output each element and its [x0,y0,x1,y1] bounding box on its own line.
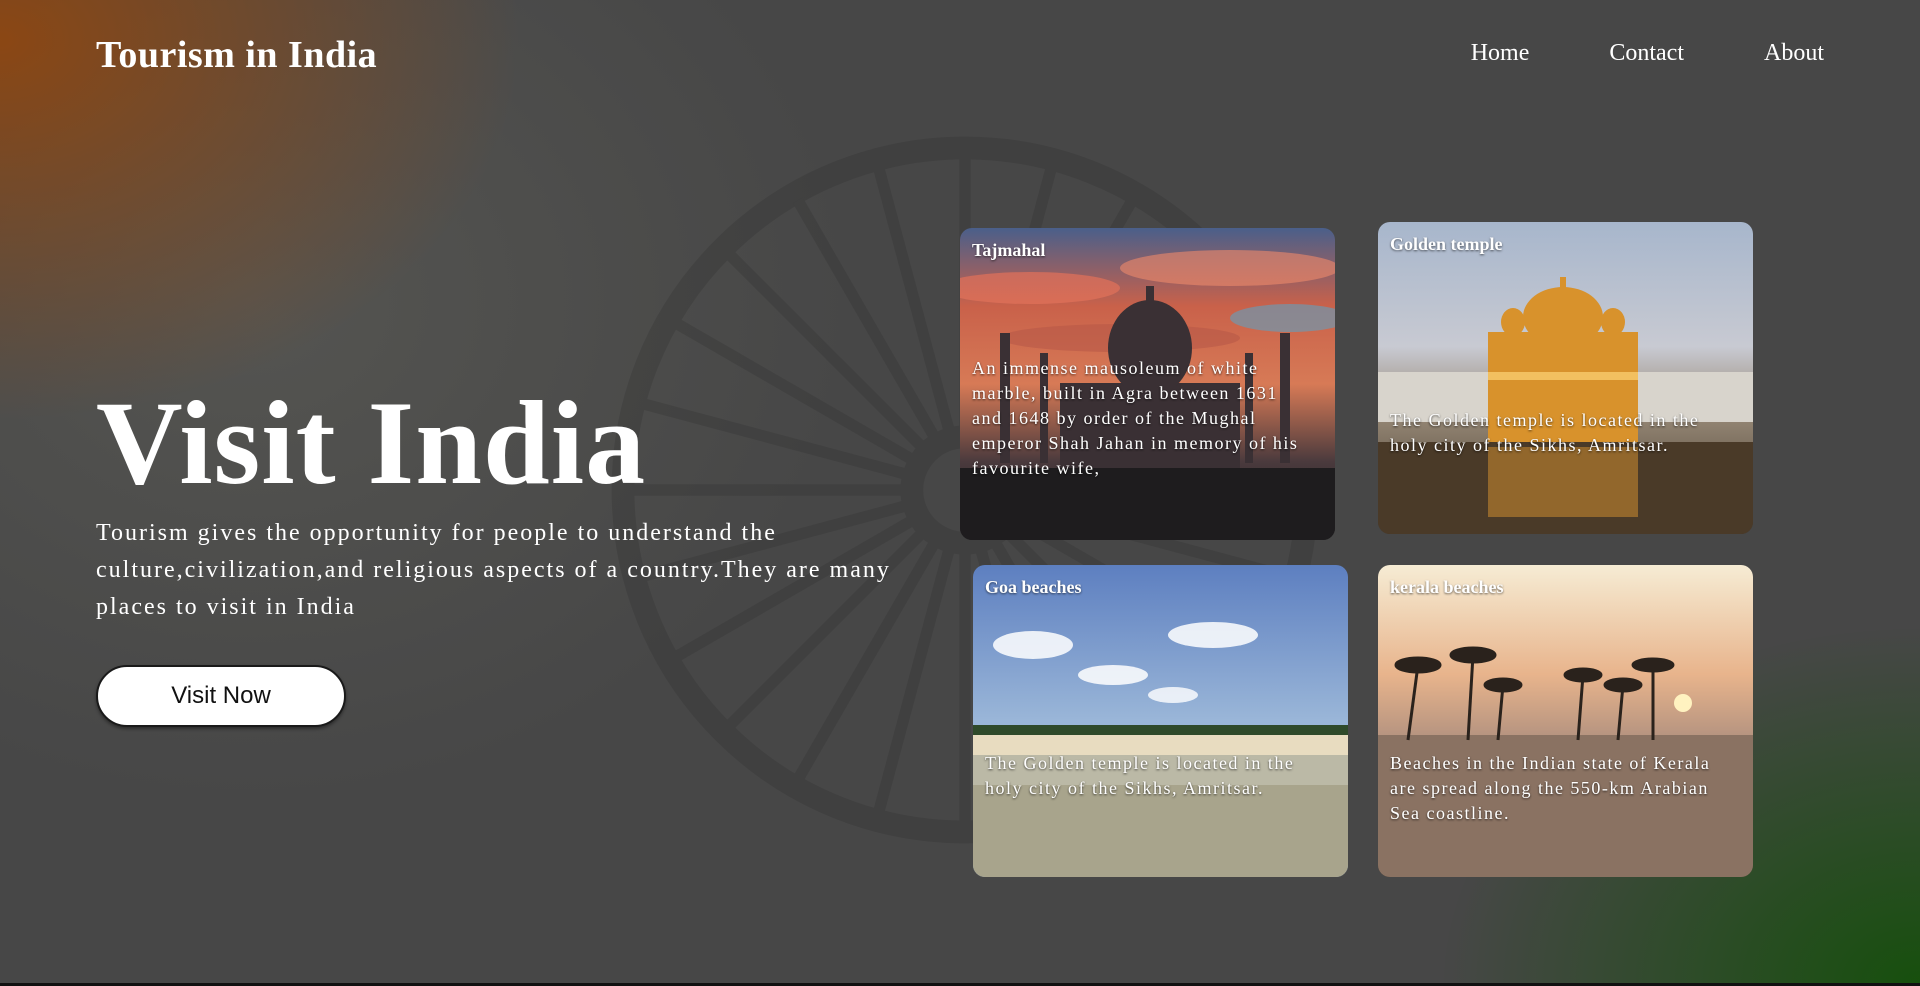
card-title: Goa beaches [985,577,1082,597]
card-tajmahal[interactable]: Tajmahal An immense mausoleum of white m… [960,228,1335,540]
card-golden-temple[interactable]: Golden temple The Golden temple is locat… [1378,222,1753,534]
site-logo[interactable]: Tourism in India [96,30,377,80]
main-nav: Home Contact About [1471,36,1824,70]
nav-home-link[interactable]: Home [1471,36,1530,70]
golden-temple-image [1378,222,1753,534]
card-title: kerala beaches [1390,577,1504,597]
card-description: Beaches in the Indian state of Kerala ar… [1390,753,1711,823]
card-description: An immense mausoleum of white marble, bu… [972,358,1299,478]
hero-description: Tourism gives the opportunity for people… [96,520,891,620]
nav-about-link[interactable]: About [1764,36,1824,70]
card-kerala-beaches[interactable]: kerala beaches Beaches in the Indian sta… [1378,565,1753,877]
card-title: Golden temple [1390,234,1503,254]
hero-title: Visit India [96,376,647,509]
card-title: Tajmahal [972,240,1046,260]
card-description: The Golden temple is located in the holy… [1390,410,1700,455]
kerala-beach-image [1378,565,1753,877]
card-goa-beaches[interactable]: Goa beaches The Golden temple is located… [973,565,1348,877]
goa-beach-image [973,565,1348,877]
card-description: The Golden temple is located in the holy… [985,753,1295,798]
nav-contact-link[interactable]: Contact [1609,36,1684,70]
visit-now-button[interactable]: Visit Now [96,665,346,727]
